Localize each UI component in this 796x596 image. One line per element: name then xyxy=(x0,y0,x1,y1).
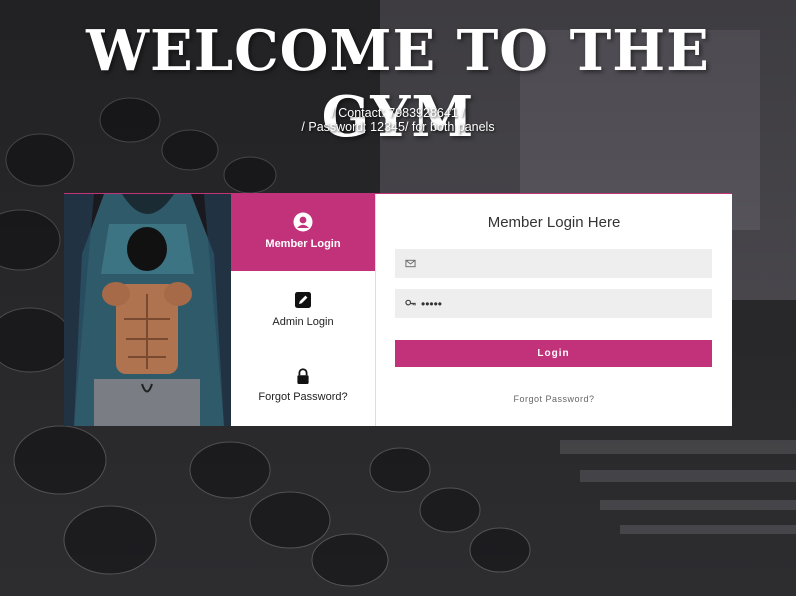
email-field xyxy=(395,249,712,278)
user-circle-icon xyxy=(293,212,313,232)
tab-member-login-label: Member Login xyxy=(265,238,341,250)
tab-admin-login[interactable]: Admin Login xyxy=(231,271,375,348)
fitness-model-photo xyxy=(64,194,231,426)
password-info: / Password: 12345/ for both panels xyxy=(301,120,495,134)
password-input[interactable] xyxy=(421,289,706,318)
lock-icon xyxy=(297,368,309,384)
forgot-password-link[interactable]: Forgot Password? xyxy=(376,394,732,404)
tab-forgot-password-label: Forgot Password? xyxy=(258,391,348,403)
password-field xyxy=(395,289,712,318)
tab-admin-login-label: Admin Login xyxy=(272,316,334,328)
member-login-form: Member Login Here Login Forgot Password? xyxy=(375,194,732,426)
edit-icon xyxy=(295,292,311,308)
tab-forgot-password[interactable]: Forgot Password? xyxy=(231,348,375,425)
tab-member-login[interactable]: Member Login xyxy=(231,194,375,271)
key-icon xyxy=(405,299,416,306)
login-tabs: Member Login Admin Login Forgot Password… xyxy=(231,194,375,426)
login-panel: Member Login Admin Login Forgot Password… xyxy=(64,193,732,427)
envelope-icon xyxy=(405,259,416,268)
form-title: Member Login Here xyxy=(487,214,621,231)
login-button[interactable]: Login xyxy=(395,340,712,367)
credentials-info: / Contact: 7983928641 / / Password: 1234… xyxy=(0,106,796,134)
email-input[interactable] xyxy=(421,249,706,278)
contact-info: / Contact: 7983928641 / xyxy=(331,106,465,120)
